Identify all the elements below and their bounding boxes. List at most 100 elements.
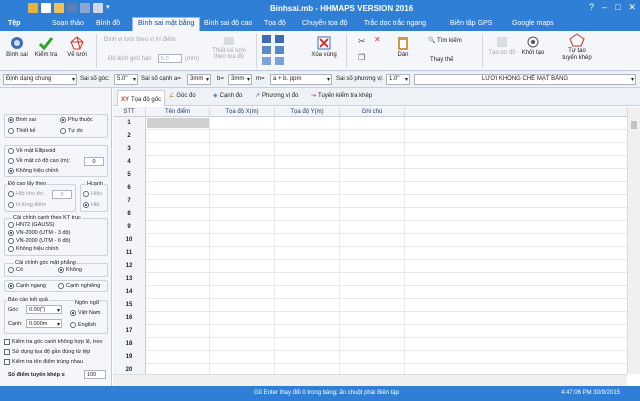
locate-network-button[interactable]: Định vị lưới theo vị trí điểm (104, 37, 176, 43)
table-row[interactable]: 8 (113, 208, 627, 221)
tab-base-coordinates[interactable]: XY Tọa độ gốc (117, 90, 166, 106)
plane-angle-yes-radio[interactable]: Có (8, 267, 23, 273)
table-row[interactable]: 5 (113, 169, 627, 182)
clear-area-button[interactable]: Xóa vùng (308, 35, 340, 58)
table-row[interactable]: 7 (113, 195, 627, 208)
table-row[interactable]: 12 (113, 260, 627, 273)
tab-measured-edges[interactable]: ◈ Cạnh đo (213, 92, 242, 100)
slope-edge-radio[interactable]: Cạnh nghiêng (58, 283, 100, 289)
selected-cell[interactable] (147, 118, 209, 128)
initialize-button[interactable]: Khởi tạo (520, 35, 546, 56)
open-folder-icon[interactable] (54, 3, 64, 13)
scroll-thumb[interactable] (631, 121, 637, 129)
app-icon[interactable] (28, 3, 38, 13)
tab-loop-check[interactable]: ↝ Tuyến kiểm tra khép (311, 92, 372, 100)
design-network-button[interactable]: Thiết kế lưới theo tọa độ (212, 35, 246, 60)
insert-row-icon[interactable] (262, 35, 271, 43)
edge-error-a-select[interactable]: 3mm (187, 74, 211, 85)
tab-edit[interactable]: Soạn thảo (52, 20, 84, 27)
horizontal-scrollbar[interactable] (113, 374, 627, 386)
m-formula-select[interactable]: a + b. ppm (270, 74, 332, 85)
tab-coordinates[interactable]: Tọa độ (264, 20, 286, 27)
use-approx-coords-checkbox[interactable]: Sử dụng tọa độ gần đúng từ tệp (4, 349, 90, 355)
tab-height-adjustment[interactable]: Bình sai độ cao (204, 20, 252, 27)
table-row[interactable]: 1 (113, 117, 627, 130)
angle-precision-select[interactable]: 0.00(") (26, 305, 62, 314)
htb-area-radio[interactable]: Htb khu đo: (8, 191, 44, 197)
column-header[interactable]: Tọa độ Y(m) (275, 107, 340, 117)
delete-row-icon[interactable] (262, 46, 271, 54)
cut-icon[interactable]: ✂ (358, 35, 366, 47)
column-header[interactable]: Tọa độ X(m) (210, 107, 275, 117)
network-type-select[interactable]: LƯỚI KHỐNG CHẾ MẶT BẰNG (414, 74, 636, 85)
hn72-radio[interactable]: HN72 (GAUSS) (8, 222, 55, 228)
table-row[interactable]: 6 (113, 182, 627, 195)
table-row[interactable]: 19 (113, 351, 627, 364)
table-row[interactable]: 2 (113, 130, 627, 143)
table-row[interactable]: 18 (113, 338, 627, 351)
deviation-limit-input[interactable]: 5.0 (158, 54, 182, 63)
tab-azimuth[interactable]: ↗ Phương vị đo (255, 92, 298, 100)
column-header[interactable]: Ghi chú (340, 107, 405, 117)
save-as-icon[interactable] (80, 3, 90, 13)
copy-icon[interactable]: ❐ (358, 53, 365, 62)
mode-adjust-radio[interactable]: Bình sai (8, 117, 36, 123)
check-duplicate-names-checkbox[interactable]: Kiểm tra tên điểm trùng nhau (4, 359, 83, 365)
new-file-icon[interactable] (41, 3, 51, 13)
table-row[interactable]: 9 (113, 221, 627, 234)
table-row[interactable]: 20 (113, 364, 627, 374)
table-row[interactable]: 3 (113, 143, 627, 156)
minimize-icon[interactable]: – (602, 2, 607, 13)
filter-icon[interactable] (275, 57, 284, 65)
axis-no-correction-radio[interactable]: Không hiệu chỉnh (8, 246, 59, 252)
surface-height-input[interactable]: 0 (84, 157, 104, 166)
tab-profiles[interactable]: Trắc dọc trắc ngang (364, 20, 426, 27)
table-row[interactable]: 4 (113, 156, 627, 169)
surface-height-radio[interactable]: Về mặt có độ cao (m): (8, 158, 70, 164)
vertical-scrollbar[interactable] (627, 107, 640, 374)
table-row[interactable]: 11 (113, 247, 627, 260)
vn2000-6-radio[interactable]: VN-2000 (UTM - 6 độ) (8, 238, 70, 244)
paste-button[interactable]: Dán (392, 35, 414, 58)
check-button[interactable]: Kiểm tra (32, 35, 60, 58)
angle-error-select[interactable]: 5.0" (114, 74, 138, 85)
adjust-button[interactable]: Bình sai (4, 35, 30, 58)
dependent-radio[interactable]: Phụ thuộc (60, 117, 93, 123)
no-correction-radio[interactable]: Không hiệu chỉnh (8, 168, 59, 174)
column-header[interactable]: STT (113, 107, 146, 117)
delete-col-icon[interactable] (275, 46, 284, 54)
plane-angle-no-radio[interactable]: Không (58, 267, 82, 273)
check-invalid-edges-checkbox[interactable]: Kiểm tra góc canh không hợp lệ, treo (4, 339, 102, 345)
save-icon[interactable] (67, 3, 77, 13)
tab-horizontal-adjustment[interactable]: Bình sai mặt bằng (132, 17, 201, 32)
dropdown-icon[interactable]: ▾ (106, 3, 112, 13)
column-header[interactable]: Tên điểm (146, 107, 210, 117)
auto-loop-button[interactable]: Tự tạo tuyến khép (560, 33, 594, 62)
vn2000-3-radio[interactable]: VN-2000 (UTM - 3 độ) (8, 230, 70, 236)
table-row[interactable]: 17 (113, 325, 627, 338)
tab-measured-angles[interactable]: ∠ Góc đo (169, 92, 196, 100)
delete-icon[interactable]: ✕ (374, 35, 381, 44)
replace-button[interactable]: Thay thế (430, 57, 453, 63)
azimuth-error-select[interactable]: 1.0" (386, 74, 410, 85)
table-row[interactable]: 10 (113, 234, 627, 247)
tab-google-maps[interactable]: Google maps (512, 20, 554, 27)
h-each-point-radio[interactable]: H từng điểm (8, 202, 46, 208)
free-radio[interactable]: Tự do (60, 128, 83, 134)
find-button[interactable]: 🔍 Tìm kiếm (428, 37, 462, 44)
sort-icon[interactable] (262, 57, 271, 65)
close-icon[interactable]: ✕ (628, 2, 636, 13)
print-icon[interactable] (93, 3, 103, 13)
table-row[interactable]: 14 (113, 286, 627, 299)
tab-gps[interactable]: Biên tập GPS (450, 20, 492, 27)
htb-area-input[interactable]: 0 (52, 190, 72, 199)
vietnamese-radio[interactable]: Việt Nam (70, 310, 101, 316)
tab-transform[interactable]: Chuyển tọa độ (302, 20, 348, 27)
b-select[interactable]: 3mm (228, 74, 252, 85)
create-diagram-button[interactable]: Tạo sơ đồ (488, 35, 516, 56)
table-row[interactable]: 13 (113, 273, 627, 286)
insert-col-icon[interactable] (275, 35, 284, 43)
max-loop-points-input[interactable]: 100 (84, 370, 106, 379)
format-select[interactable]: Định dạng chung (3, 74, 77, 85)
horizontal-edge-radio[interactable]: Cạnh ngang (8, 283, 46, 289)
